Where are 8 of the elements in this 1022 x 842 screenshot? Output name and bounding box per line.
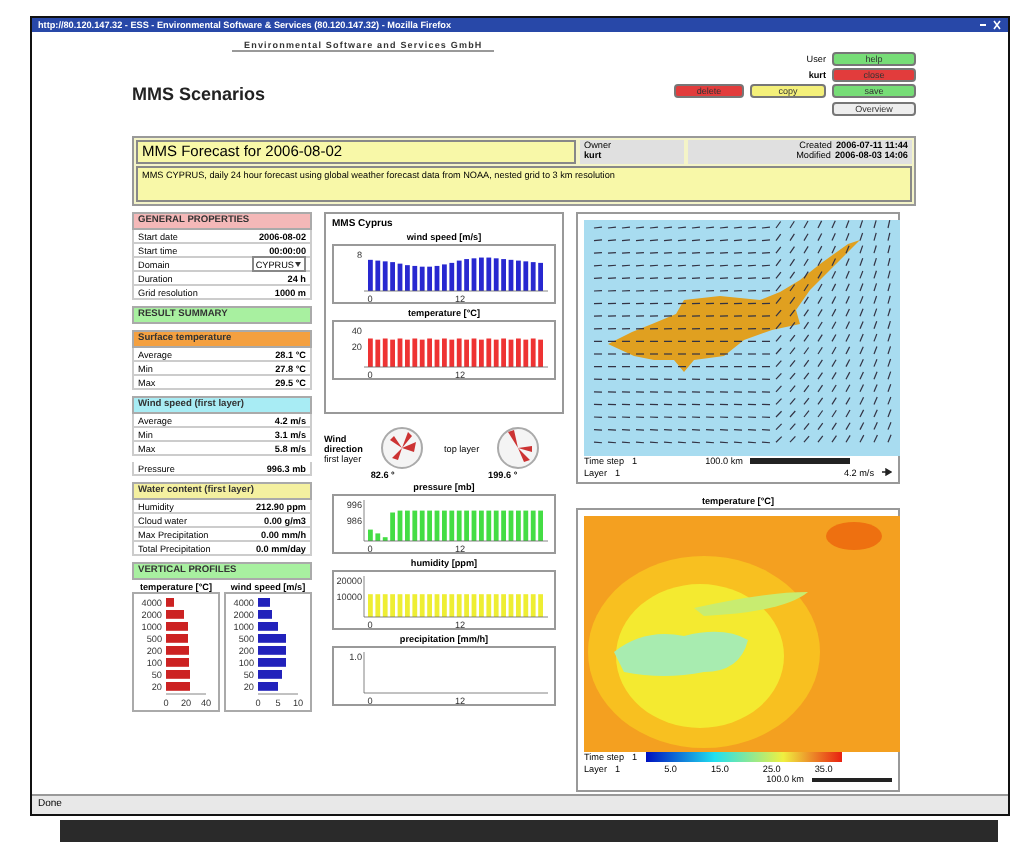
page-heading: MMS Scenarios (132, 84, 268, 104)
caret-icon (294, 260, 302, 268)
wind-rose-icon (380, 426, 424, 470)
scale-bar-icon (750, 458, 851, 465)
scale-bar-icon (812, 777, 892, 782)
arrow-icon (882, 468, 892, 477)
wind-rose-icon (496, 426, 540, 470)
window-controls-icon[interactable] (978, 20, 1002, 30)
